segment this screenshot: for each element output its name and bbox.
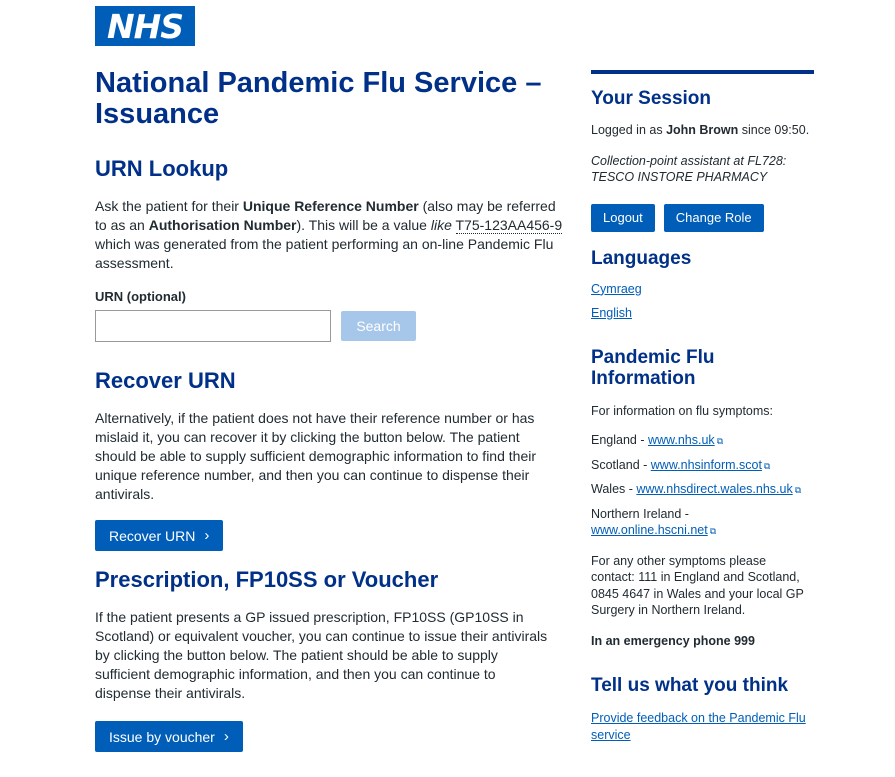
- recover-urn-button[interactable]: Recover URN ›: [95, 520, 224, 551]
- sidebar: Your Session Logged in as John Brown sin…: [591, 70, 814, 743]
- nhsinform-link[interactable]: www.nhsinform.scot: [651, 458, 762, 472]
- chevron-right-icon: ›: [223, 728, 229, 745]
- change-role-button[interactable]: Change Role: [663, 203, 764, 232]
- voucher-text: If the patient presents a GP issued pres…: [95, 609, 548, 701]
- session-role: Collection-point assistant at FL728: TES…: [591, 153, 787, 185]
- page-title: National Pandemic Flu Service – Issuance: [95, 67, 542, 130]
- flu-info-intro: For information on flu symptoms:: [591, 403, 774, 418]
- session-logged-in: Logged in as John Brown since 09:50.: [591, 123, 810, 137]
- issue-by-voucher-button-label: Issue by voucher: [109, 728, 215, 745]
- flu-info-england: England - www.nhs.uk ⧉: [591, 433, 724, 447]
- urn-example: T75-123AA456-9: [455, 217, 563, 234]
- flu-info-heading: Pandemic Flu Information: [591, 346, 715, 389]
- hscni-link[interactable]: www.online.hscni.net: [591, 523, 708, 537]
- language-link-english[interactable]: English: [591, 306, 632, 320]
- flu-info-scotland: Scotland - www.nhsinform.scot ⧉: [591, 457, 771, 472]
- external-link-icon: ⧉: [763, 460, 771, 471]
- issue-by-voucher-button[interactable]: Issue by voucher ›: [95, 721, 243, 752]
- nhsdirect-wales-link[interactable]: www.nhsdirect.wales.nhs.uk: [636, 482, 792, 496]
- external-link-icon: ⧉: [716, 436, 724, 446]
- flu-info-northern-ireland: Northern Ireland - www.online.hscni.net ⧉: [591, 506, 717, 538]
- feedback-heading: Tell us what you think: [591, 675, 789, 696]
- flu-info-other: For any other symptoms please contact: 1…: [591, 553, 804, 618]
- recover-urn-text: Alternatively, if the patient does not h…: [95, 410, 537, 502]
- language-link-cymraeg[interactable]: Cymraeg: [591, 282, 642, 296]
- nhs-uk-link[interactable]: www.nhs.uk: [648, 433, 715, 447]
- logout-button[interactable]: Logout: [591, 203, 655, 232]
- feedback-link[interactable]: Provide feedback on the Pandemic Flu ser…: [591, 711, 806, 742]
- chevron-right-icon: ›: [204, 527, 210, 544]
- recover-urn-heading: Recover URN: [95, 368, 236, 393]
- session-heading: Your Session: [591, 88, 712, 109]
- voucher-heading: Prescription, FP10SS or Voucher: [95, 567, 439, 592]
- logo-text: NHS: [106, 6, 184, 46]
- urn-input[interactable]: [95, 310, 331, 342]
- urn-lookup-heading: URN Lookup: [95, 156, 229, 181]
- flu-info-wales: Wales - www.nhsdirect.wales.nhs.uk ⧉: [591, 482, 802, 496]
- flu-info-emergency: In an emergency phone 999: [591, 633, 755, 648]
- main-content: National Pandemic Flu Service – Issuance…: [95, 68, 565, 752]
- search-button[interactable]: Search: [341, 311, 416, 341]
- nhs-logo[interactable]: NHS: [95, 6, 195, 46]
- external-link-icon: ⧉: [709, 526, 717, 536]
- languages-heading: Languages: [591, 247, 692, 269]
- urn-field-label: URN (optional): [95, 289, 186, 304]
- session-user: John Brown: [666, 123, 739, 137]
- urn-lookup-intro: Ask the patient for their Unique Referen…: [95, 198, 563, 271]
- recover-urn-button-label: Recover URN: [109, 527, 196, 544]
- external-link-icon: ⧉: [794, 485, 802, 495]
